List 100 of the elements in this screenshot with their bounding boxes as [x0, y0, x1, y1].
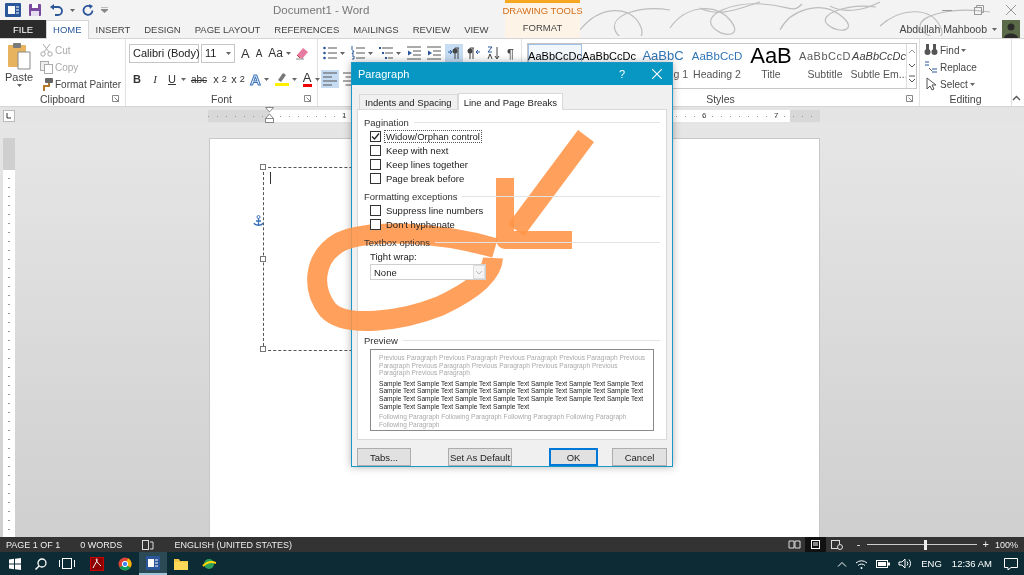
checkbox[interactable]: [370, 172, 381, 184]
eraser-icon[interactable]: [295, 46, 310, 60]
ribbon-tab[interactable]: REVIEW: [405, 20, 458, 38]
font-size-field[interactable]: 11: [201, 43, 235, 63]
checkbox-label[interactable]: Widow/Orphan control: [384, 129, 482, 143]
change-case-button[interactable]: Aa: [266, 45, 294, 61]
ribbon-tab[interactable]: MAILINGS: [346, 20, 406, 38]
checkbox[interactable]: [370, 144, 381, 156]
format-button[interactable]: I: [147, 72, 163, 86]
app-icon[interactable]: [5, 3, 21, 17]
page-count[interactable]: PAGE 1 OF 1: [6, 539, 61, 550]
paragraph-button[interactable]: [465, 44, 483, 62]
resize-handle[interactable]: [260, 164, 266, 170]
caret-icon: [368, 51, 373, 55]
redo-icon[interactable]: [82, 4, 94, 16]
ribbon-tab[interactable]: FILE: [0, 20, 47, 38]
dialog-button[interactable]: Cancel: [612, 448, 667, 466]
dialog-button[interactable]: Tabs...: [357, 448, 411, 466]
dialog-button[interactable]: Set As Default: [448, 448, 512, 466]
checkbox[interactable]: [370, 158, 381, 170]
show-hidden-icon[interactable]: [837, 560, 848, 567]
paragraph-button[interactable]: [321, 44, 347, 62]
checkbox-label[interactable]: Keep with next: [384, 143, 451, 157]
ribbon-tab[interactable]: PAGE LAYOUT: [187, 20, 268, 38]
ribbon-tab[interactable]: INSERT: [88, 20, 138, 38]
font-color-button[interactable]: A: [300, 70, 322, 88]
zoom-out-button[interactable]: -: [856, 537, 861, 552]
checkbox[interactable]: [370, 204, 381, 216]
style-item[interactable]: AaBbCcD Heading 2: [690, 44, 744, 88]
paste-button[interactable]: Paste: [3, 42, 35, 92]
format-button[interactable]: U: [165, 72, 179, 86]
style-item[interactable]: AaB Title: [744, 44, 798, 88]
taskbar-app[interactable]: [139, 552, 167, 575]
editing-button[interactable]: Find: [923, 42, 968, 58]
paragraph-button[interactable]: [405, 44, 423, 62]
font-name-field[interactable]: Calibri (Body): [129, 43, 199, 63]
dialog-launcher-icon[interactable]: [304, 95, 311, 102]
caret-icon: [340, 51, 345, 55]
avatar-icon[interactable]: [1002, 20, 1020, 38]
dialog-tab[interactable]: Indents and Spacing: [359, 94, 458, 109]
paragraph-button[interactable]: [377, 44, 403, 62]
clock[interactable]: 12:36 AM: [951, 558, 992, 569]
zoom-level[interactable]: 100%: [994, 539, 1018, 550]
style-item[interactable]: AaBbCcD Subtitle: [798, 44, 852, 88]
style-item[interactable]: AaBbCcDc Subtle Em...: [852, 44, 906, 88]
wifi-icon[interactable]: [855, 558, 869, 569]
grow-font-button[interactable]: A: [239, 44, 252, 62]
shrink-font-button[interactable]: A: [253, 46, 265, 60]
checkbox[interactable]: [370, 218, 381, 230]
paragraph-button[interactable]: [445, 44, 463, 62]
dialog-button[interactable]: OK: [549, 448, 598, 466]
dialog-title: Paragraph: [358, 68, 411, 80]
globe-icon: [118, 556, 132, 571]
slider-thumb[interactable]: [923, 539, 927, 550]
notifications-icon[interactable]: [1004, 557, 1018, 570]
format-button[interactable]: abc: [188, 72, 210, 86]
task-view-icon: [59, 558, 75, 569]
ribbon-tab[interactable]: HOME: [46, 20, 89, 39]
ribbon-tab[interactable]: REFERENCES: [267, 20, 347, 38]
dialog-tab[interactable]: Line and Page Breaks: [457, 93, 564, 110]
checkbox-label[interactable]: Page break before: [384, 171, 467, 185]
editing-button[interactable]: Replace: [923, 59, 978, 75]
save-icon[interactable]: [28, 3, 42, 17]
ribbon-tab[interactable]: VIEW: [457, 20, 496, 38]
undo-icon[interactable]: [49, 4, 63, 16]
word-count[interactable]: 0 WORDS: [80, 539, 123, 550]
highlight-button[interactable]: [272, 71, 299, 87]
numbered-list-icon: [351, 46, 365, 60]
customize-caret-icon[interactable]: [101, 7, 108, 13]
clipboard-button[interactable]: Format Painter: [39, 76, 123, 92]
checkbox-label[interactable]: Suppress line numbers: [384, 203, 486, 217]
battery-icon[interactable]: [876, 559, 891, 568]
resize-handle[interactable]: [260, 346, 266, 352]
user-name[interactable]: Abdullah Mahboob: [899, 23, 987, 35]
ruler-number: 1: [342, 109, 347, 122]
checkbox[interactable]: [370, 130, 381, 142]
show-marks-button[interactable]: ¶: [505, 43, 516, 63]
restore-icon[interactable]: [974, 5, 984, 15]
format-button[interactable]: B: [129, 72, 145, 86]
input-language[interactable]: ENG: [921, 558, 942, 569]
collapse-ribbon-icon[interactable]: [1012, 95, 1021, 101]
dialog-launcher-icon[interactable]: [112, 95, 119, 102]
resize-handle[interactable]: [260, 256, 266, 262]
print-layout-icon: [808, 539, 822, 550]
language-status[interactable]: ENGLISH (UNITED STATES): [174, 539, 293, 550]
ruler-number: 7: [774, 109, 779, 122]
ribbon-tab[interactable]: DESIGN: [137, 20, 188, 38]
volume-icon[interactable]: [898, 558, 912, 569]
tab-selector-icon[interactable]: [3, 109, 15, 122]
close-icon[interactable]: [1006, 5, 1016, 15]
proofing-icon[interactable]: [142, 539, 155, 550]
editing-button[interactable]: Select: [923, 76, 976, 92]
dialog-launcher-icon[interactable]: [906, 95, 913, 102]
checkbox-label[interactable]: Keep lines together: [384, 157, 470, 171]
indent-marker-icon[interactable]: [265, 106, 274, 123]
view-button[interactable]: [804, 537, 826, 552]
paragraph-button[interactable]: [425, 44, 443, 62]
zoom-in-button[interactable]: +: [982, 537, 989, 552]
dropdown-field[interactable]: None: [370, 264, 486, 280]
ribbon-tab[interactable]: FORMAT: [515, 19, 570, 36]
